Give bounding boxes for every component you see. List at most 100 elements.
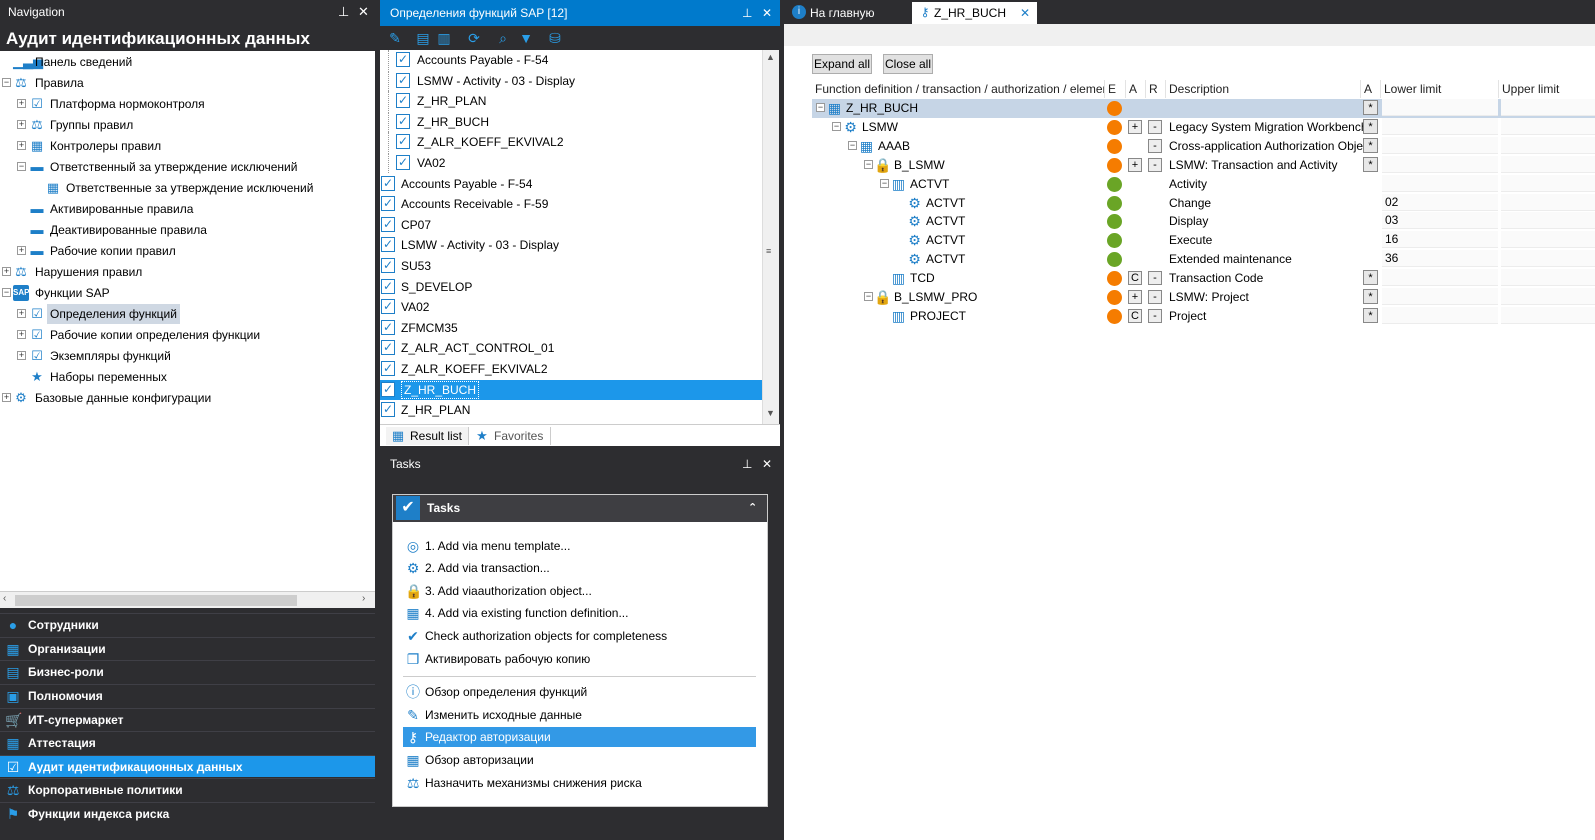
result-list-item[interactable]: ✓ ZFMCM35 bbox=[380, 318, 762, 338]
column-header-description[interactable]: Description bbox=[1166, 80, 1361, 98]
add-toggle-button[interactable]: + bbox=[1128, 119, 1142, 134]
upper-limit-field[interactable] bbox=[1501, 174, 1595, 192]
expand-icon[interactable]: + bbox=[2, 267, 11, 276]
lower-limit-field[interactable] bbox=[1382, 99, 1498, 116]
wildcard-button[interactable]: * bbox=[1363, 100, 1378, 115]
lower-limit-field[interactable] bbox=[1382, 136, 1498, 154]
task-item[interactable]: ⚙ 2. Add via transaction... bbox=[403, 558, 756, 578]
tree-item-base-config[interactable]: + ⚙ Базовые данные конфигурации bbox=[0, 388, 375, 408]
column-header-r[interactable]: R bbox=[1146, 80, 1166, 98]
remove-toggle-button[interactable]: - bbox=[1148, 138, 1162, 153]
authorization-tree-row[interactable]: ⚙ ACTVT Change 02 bbox=[812, 193, 1595, 213]
scroll-up-icon[interactable]: ▲ bbox=[766, 52, 775, 62]
pin-icon[interactable]: ⊥ bbox=[338, 0, 349, 24]
column-header-a[interactable]: A bbox=[1126, 80, 1146, 98]
authorization-tree-row[interactable]: − ⚙ LSMW + - Legacy System Migration Workbenc… bbox=[812, 117, 1595, 137]
upper-limit-field[interactable] bbox=[1501, 193, 1595, 211]
wildcard-button[interactable]: * bbox=[1363, 156, 1378, 172]
lower-limit-field[interactable]: 36 bbox=[1382, 250, 1498, 268]
close-all-button[interactable]: Close all bbox=[883, 54, 933, 74]
tree-item-function-instances[interactable]: + ☑ Экземпляры функций bbox=[0, 346, 375, 366]
wildcard-button[interactable]: * bbox=[1363, 289, 1378, 304]
wildcard-button[interactable]: * bbox=[1363, 118, 1378, 134]
close-icon[interactable]: ✕ bbox=[762, 452, 772, 476]
lower-limit-field[interactable] bbox=[1382, 117, 1498, 135]
result-list-item[interactable]: ✓ Z_HR_PLAN bbox=[380, 91, 762, 112]
scrollbar-thumb[interactable] bbox=[15, 595, 297, 606]
authorization-tree-row[interactable]: ▥ TCD C - Transaction Code * bbox=[812, 269, 1595, 288]
expand-icon[interactable]: + bbox=[17, 246, 26, 255]
add-toggle-button[interactable]: + bbox=[1128, 157, 1142, 172]
add-toggle-button[interactable]: + bbox=[1128, 290, 1142, 304]
result-list-item[interactable]: ✓ Z_ALR_ACT_CONTROL_01 bbox=[380, 338, 762, 358]
result-list-item[interactable]: ✓ Z_HR_BUCH bbox=[380, 379, 762, 400]
lower-limit-field[interactable] bbox=[1382, 269, 1498, 287]
result-list-item[interactable]: ✓ LSMW - Activity - 03 - Display bbox=[380, 235, 762, 255]
column-header-function-definition[interactable]: Function definition / transaction / auth… bbox=[812, 80, 1105, 98]
collapse-icon[interactable]: − bbox=[816, 103, 825, 112]
tree-item-function-working-copies[interactable]: + ☑ Рабочие копии определения функции bbox=[0, 325, 375, 345]
add-toggle-button[interactable]: C bbox=[1128, 271, 1142, 286]
result-list-item[interactable]: ✓ Accounts Payable - F-54 bbox=[380, 174, 762, 194]
collapse-icon[interactable]: − bbox=[832, 121, 841, 131]
tab-result-list[interactable]: ▦ Result list bbox=[386, 427, 469, 445]
result-list-item[interactable]: ✓ Z_ALR_KOEFF_EKVIVAL2 bbox=[380, 359, 762, 379]
lower-limit-field[interactable] bbox=[1382, 306, 1498, 324]
remove-toggle-button[interactable]: - bbox=[1148, 271, 1162, 286]
upper-limit-field[interactable] bbox=[1501, 288, 1595, 305]
collapse-icon[interactable]: − bbox=[2, 78, 11, 87]
expand-icon[interactable]: + bbox=[17, 99, 26, 108]
upper-limit-field[interactable] bbox=[1501, 269, 1595, 287]
remove-toggle-button[interactable]: - bbox=[1148, 308, 1162, 323]
scroll-down-icon[interactable]: ▼ bbox=[766, 408, 775, 418]
remove-toggle-button[interactable]: - bbox=[1148, 157, 1162, 172]
tab-home[interactable]: i На главную bbox=[786, 2, 906, 24]
vertical-scrollbar[interactable]: ▲ ≡ ▼ bbox=[762, 50, 779, 424]
expand-icon[interactable]: + bbox=[17, 120, 26, 129]
task-item[interactable]: ⓘ Обзор определения функций bbox=[403, 682, 756, 702]
authorization-tree-row[interactable]: ▥ PROJECT C - Project * bbox=[812, 306, 1595, 326]
refresh-icon[interactable]: ⟳ bbox=[466, 30, 482, 46]
task-item[interactable]: 🔒 3. Add viaauthorization object... bbox=[403, 581, 756, 601]
tree-item-deactivated-rules[interactable]: ▬ Деактивированные правила bbox=[0, 220, 375, 240]
nav-section-organizations[interactable]: ▦ Организации bbox=[0, 637, 375, 659]
lower-limit-field[interactable]: 16 bbox=[1382, 231, 1498, 249]
task-item[interactable]: ❐ Активировать рабочую копию bbox=[403, 649, 756, 669]
nav-section-identity-audit[interactable]: ☑ Аудит идентификационных данных bbox=[0, 755, 375, 777]
tree-item-exception-approvers[interactable]: ▦ Ответственные за утверждение исключени… bbox=[0, 178, 375, 198]
search-icon[interactable]: ⌕ bbox=[495, 30, 511, 46]
authorization-tree-row[interactable]: − 🔒 B_LSMW_PRO + - LSMW: Project * bbox=[812, 288, 1595, 307]
tasks-title-bar[interactable]: ✔ Tasks ⌃ bbox=[393, 495, 767, 522]
nav-section-entitlements[interactable]: ▣ Полномочия bbox=[0, 684, 375, 706]
tree-item-exception-approver[interactable]: − ▬ Ответственный за утверждение исключе… bbox=[0, 157, 375, 177]
expand-icon[interactable]: + bbox=[17, 330, 26, 339]
filter-icon[interactable]: ▼ bbox=[518, 30, 534, 46]
task-item[interactable]: ▦ Обзор авторизации bbox=[403, 750, 756, 770]
lower-limit-field[interactable]: 03 bbox=[1382, 212, 1498, 230]
result-list-item[interactable]: ✓ Z_HR_PLAN bbox=[380, 400, 762, 420]
remove-toggle-button[interactable]: - bbox=[1148, 290, 1162, 304]
upper-limit-field[interactable] bbox=[1501, 306, 1595, 324]
collapse-icon[interactable]: − bbox=[880, 178, 889, 188]
nav-section-attestation[interactable]: ▦ Аттестация bbox=[0, 731, 375, 753]
close-icon[interactable]: ✕ bbox=[358, 0, 369, 24]
column-header-upper-limit[interactable]: Upper limit bbox=[1499, 80, 1595, 98]
scroll-grip-icon[interactable]: ≡ bbox=[766, 246, 771, 256]
tree-item-rule-violations[interactable]: + ⚖ Нарушения правил bbox=[0, 262, 375, 282]
authorization-tree-row[interactable]: − ▦ Z_HR_BUCH * bbox=[812, 99, 1595, 118]
nav-section-company-policies[interactable]: ⚖ Корпоративные политики bbox=[0, 778, 375, 800]
expand-icon[interactable]: + bbox=[17, 141, 26, 150]
lower-limit-field[interactable] bbox=[1382, 288, 1498, 305]
task-item[interactable]: ▦ 4. Add via existing function definition… bbox=[403, 603, 756, 623]
wildcard-button[interactable]: * bbox=[1363, 307, 1378, 323]
expand-icon[interactable]: + bbox=[2, 393, 11, 402]
collapse-icon[interactable]: − bbox=[864, 159, 873, 169]
authorization-tree-row[interactable]: − ▥ ACTVT Activity bbox=[812, 174, 1595, 194]
column-header-e[interactable]: E bbox=[1105, 80, 1126, 98]
authorization-tree-row[interactable]: ⚙ ACTVT Extended maintenance 36 bbox=[812, 250, 1595, 269]
collapse-icon[interactable]: − bbox=[864, 292, 873, 301]
authorization-tree-row[interactable]: ⚙ ACTVT Display 03 bbox=[812, 212, 1595, 231]
nav-section-employees[interactable]: ● Сотрудники bbox=[0, 613, 375, 635]
expand-icon[interactable]: + bbox=[17, 309, 26, 318]
result-list-item[interactable]: ✓ S_DEVELOP bbox=[380, 277, 762, 297]
